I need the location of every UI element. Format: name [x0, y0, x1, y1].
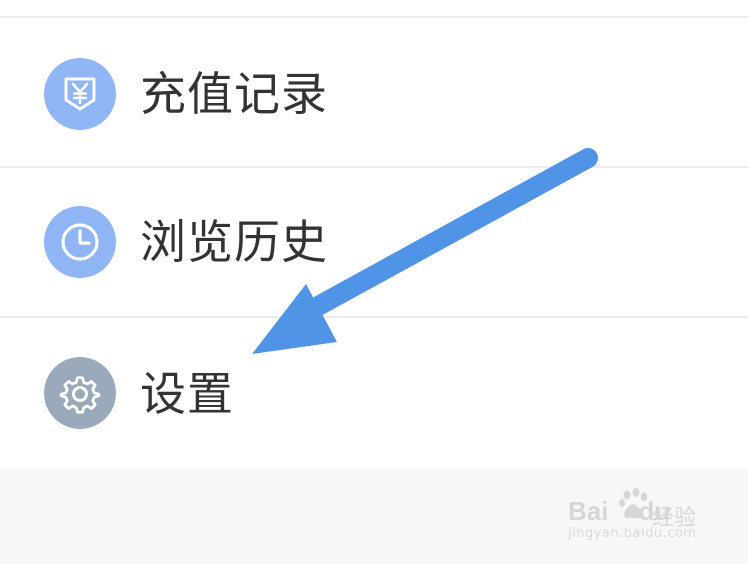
menu-item-settings[interactable]: 设置: [0, 318, 748, 458]
settings-menu: 充值记录 浏览历史 设置: [0, 0, 748, 468]
menu-item-browsing-history[interactable]: 浏览历史: [0, 168, 748, 308]
yuan-shield-icon: [44, 58, 116, 130]
paw-icon: [619, 488, 648, 519]
menu-item-label: 充值记录: [140, 67, 328, 121]
menu-item-label: 设置: [140, 367, 234, 421]
menu-item-recharge-records[interactable]: 充值记录: [0, 18, 748, 158]
gear-icon: [44, 357, 116, 429]
menu-item-label: 浏览历史: [140, 215, 328, 269]
watermark-url: jingyan.baidu.com: [568, 526, 697, 541]
clock-icon: [44, 206, 116, 278]
baidu-jingyan-watermark: Bai du 经验 jingyan.baidu.com: [568, 488, 708, 548]
